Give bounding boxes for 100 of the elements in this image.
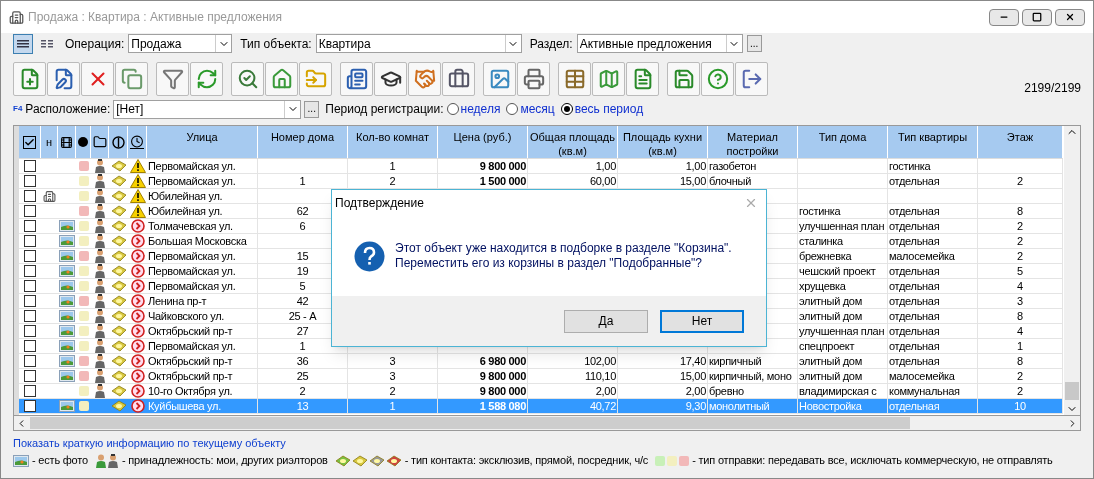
row-checkbox[interactable]: [24, 160, 36, 172]
combo-box[interactable]: Активные предложения: [576, 34, 743, 53]
printer-button[interactable]: [517, 62, 550, 96]
period-radio[interactable]: весь период: [560, 100, 644, 118]
row-checkbox[interactable]: [24, 385, 36, 397]
filter-button[interactable]: [156, 62, 189, 96]
contact-header-icon: [111, 135, 125, 149]
document-button[interactable]: [626, 62, 659, 96]
info-link[interactable]: Показать краткую информацию по текущему объекту: [13, 437, 286, 449]
row-checkbox[interactable]: [24, 265, 36, 277]
row-checkbox[interactable]: [24, 295, 36, 307]
row-checkbox[interactable]: [24, 325, 36, 337]
column-header: Тип дома: [818, 130, 867, 145]
table-cell: 2: [1017, 385, 1023, 397]
table-cell: 2,00: [595, 385, 616, 397]
table-cell: улучшенная план: [799, 325, 885, 337]
close-button[interactable]: [1055, 8, 1085, 26]
table-cell: 9 800 000: [479, 160, 526, 172]
table-cell: блочный: [709, 175, 751, 187]
form-button[interactable]: [340, 62, 373, 96]
combo-box[interactable]: Квартира: [315, 34, 522, 53]
table-cell: отдельная: [889, 220, 940, 232]
file-plus-button[interactable]: [13, 62, 46, 96]
contact-icon: [110, 160, 127, 172]
row-checkbox[interactable]: [24, 250, 36, 262]
columns-icon: [41, 38, 53, 49]
combo-box[interactable]: Продажа: [128, 34, 233, 53]
row-checkbox[interactable]: [24, 340, 36, 352]
contact-type-icon: [385, 454, 402, 467]
period-radio[interactable]: месяц: [506, 100, 555, 118]
table-cell: 2: [389, 385, 396, 397]
column-header: Общая площадь (кв.м): [529, 130, 616, 158]
location-combo-box[interactable]: [Нет]: [113, 99, 302, 119]
row-checkbox[interactable]: [24, 175, 36, 187]
more-button[interactable]: ...: [746, 35, 762, 52]
copy-button[interactable]: [115, 62, 148, 96]
exit-button[interactable]: [735, 62, 768, 96]
column-header: Тип квартиры: [897, 130, 968, 145]
table-row[interactable]: Октябрьский пр-т 25 3 9 800 000 110,10 15,00 кирпичный, моно элитный дом малосемейка 2: [19, 369, 1063, 384]
map-button[interactable]: [592, 62, 625, 96]
table-cell: 1,00: [685, 160, 706, 172]
table-cell: 102,00: [584, 355, 616, 367]
table-cell: сталинка: [799, 235, 843, 247]
row-checkbox[interactable]: [24, 190, 36, 202]
save-button[interactable]: [667, 62, 700, 96]
table-cell: 4: [1017, 280, 1023, 292]
row-checkbox[interactable]: [24, 310, 36, 322]
table-cell: 2: [299, 385, 306, 397]
table-cell: Октябрьский пр-т: [148, 370, 233, 382]
period-radio[interactable]: неделя: [446, 100, 501, 118]
minimize-button[interactable]: [989, 8, 1019, 26]
table-cell: отдельная: [889, 340, 940, 352]
horizontal-scrollbar-thumb[interactable]: [30, 417, 910, 429]
table-cell: отдельная: [889, 175, 940, 187]
house-button[interactable]: [265, 62, 298, 96]
table-button[interactable]: [558, 62, 591, 96]
sending-type-square: [679, 455, 690, 466]
maximize-button[interactable]: [1022, 8, 1052, 26]
delete-button[interactable]: [81, 62, 114, 96]
row-checkbox[interactable]: [24, 205, 36, 217]
dialog-button[interactable]: Да: [564, 309, 648, 333]
row-checkbox[interactable]: [24, 355, 36, 367]
table-cell: отдельная: [889, 325, 940, 337]
warning-icon: [129, 159, 146, 173]
contact-icon: [110, 295, 127, 307]
help-button[interactable]: [701, 62, 734, 96]
table-cell: Ленина пр-т: [148, 295, 207, 307]
contact-icon: [110, 340, 127, 352]
arrow-circle-icon: [130, 249, 145, 263]
table-cell: 2: [1017, 220, 1023, 232]
table-row[interactable]: Первомайская ул. 1 9 800 000 1,00 1,00 газобетон гостинка: [19, 159, 1063, 174]
scrollbar-thumb[interactable]: [1065, 382, 1079, 400]
house-icon: [270, 68, 293, 90]
list-view-button[interactable]: [13, 33, 33, 54]
graduation-cap-button[interactable]: [374, 62, 407, 96]
refresh-button[interactable]: [190, 62, 223, 96]
table-cell: 10: [1014, 400, 1026, 412]
row-checkbox[interactable]: [24, 370, 36, 382]
table-cell: Чайковского ул.: [148, 310, 225, 322]
briefcase-button[interactable]: [442, 62, 475, 96]
row-checkbox[interactable]: [24, 220, 36, 232]
contact-type-icon: [351, 454, 368, 467]
refresh-icon: [195, 68, 218, 90]
table-row[interactable]: Октябрьский пр-т 36 3 6 980 000 102,00 17,40 кирпичный элитный дом отдельная 8: [19, 354, 1063, 369]
column-header: Площадь кухни (кв.м): [621, 130, 704, 158]
status-header-icon: [130, 135, 144, 149]
table-cell: 62: [296, 205, 309, 217]
row-checkbox[interactable]: [24, 235, 36, 247]
file-edit-button[interactable]: [47, 62, 80, 96]
dialog-button[interactable]: Нет: [660, 309, 744, 333]
picture-icon: [488, 68, 511, 90]
row-checkbox[interactable]: [24, 280, 36, 292]
house-search-button[interactable]: [231, 62, 264, 96]
save-icon: [672, 68, 695, 90]
table-cell: 2: [389, 175, 396, 187]
arrow-circle-icon: [130, 279, 145, 293]
more-button[interactable]: ...: [304, 100, 320, 118]
row-checkbox[interactable]: [24, 400, 36, 412]
column-header: Материал постройки: [725, 130, 780, 158]
picture-button[interactable]: [483, 62, 516, 96]
